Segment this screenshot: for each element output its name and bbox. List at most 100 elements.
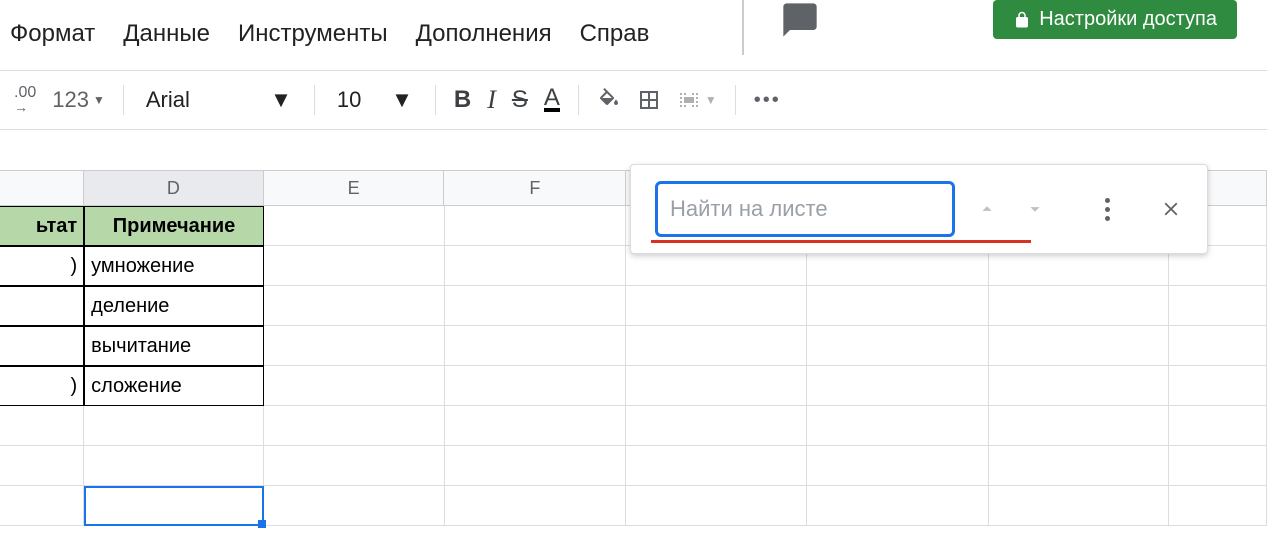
menu-tools[interactable]: Инструменты	[238, 20, 388, 48]
cell[interactable]	[626, 366, 807, 406]
cell[interactable]	[264, 286, 445, 326]
column-header-f[interactable]: F	[444, 171, 626, 205]
cell[interactable]	[445, 326, 627, 366]
text-color-button[interactable]: A	[536, 80, 568, 120]
cell[interactable]	[626, 286, 807, 326]
cell-header-d[interactable]: Примечание	[84, 206, 264, 246]
cell[interactable]	[264, 446, 445, 486]
cell[interactable]	[0, 446, 84, 486]
cell[interactable]	[1169, 446, 1267, 486]
cell[interactable]	[1169, 286, 1267, 326]
cell[interactable]	[1169, 406, 1267, 446]
format-number-dropdown[interactable]: 123 ▼	[44, 80, 113, 120]
cell[interactable]	[0, 486, 84, 526]
divider	[123, 85, 124, 115]
cell[interactable]	[0, 326, 84, 366]
find-options-button[interactable]	[1091, 193, 1123, 225]
lock-icon	[1013, 11, 1031, 29]
cell[interactable]	[264, 486, 445, 526]
toolbar: .00 → 123 ▼ Arial ▼ 10 ▼ B I S A ▼ •••	[0, 70, 1267, 130]
decrease-decimal-button[interactable]: .00 →	[6, 80, 44, 120]
cell[interactable]: деление	[84, 286, 264, 326]
cell[interactable]	[445, 446, 627, 486]
paint-bucket-icon	[597, 88, 621, 112]
cell[interactable]	[264, 366, 445, 406]
find-next-button[interactable]	[1019, 193, 1051, 225]
cell[interactable]	[989, 446, 1170, 486]
cell[interactable]	[0, 406, 84, 446]
share-button[interactable]: Настройки доступа	[993, 0, 1237, 39]
font-family-dropdown[interactable]: Arial ▼	[134, 87, 304, 113]
cell[interactable]	[626, 486, 807, 526]
strikethrough-button[interactable]: S	[504, 80, 536, 120]
cell[interactable]	[807, 486, 989, 526]
column-header-e[interactable]: E	[264, 171, 445, 205]
borders-button[interactable]	[629, 80, 669, 120]
cell[interactable]: умножение	[84, 246, 264, 286]
fill-color-button[interactable]	[589, 80, 629, 120]
find-input[interactable]	[655, 181, 955, 237]
close-icon	[1160, 198, 1182, 220]
cell[interactable]	[1169, 326, 1267, 366]
cell[interactable]	[1169, 486, 1267, 526]
cell[interactable]	[989, 286, 1170, 326]
cell[interactable]	[626, 326, 807, 366]
comment-icon[interactable]	[780, 0, 820, 40]
menu-format[interactable]: Формат	[10, 20, 95, 48]
cell[interactable]	[445, 486, 627, 526]
bold-button[interactable]: B	[446, 80, 479, 120]
cell[interactable]: )	[0, 246, 84, 286]
italic-button[interactable]: I	[479, 80, 504, 120]
cell[interactable]	[264, 246, 445, 286]
table-row	[0, 446, 1267, 486]
cell[interactable]	[807, 406, 989, 446]
chevron-down-icon	[1024, 198, 1046, 220]
cell[interactable]	[445, 206, 627, 246]
cell[interactable]	[626, 406, 807, 446]
cell[interactable]	[989, 406, 1170, 446]
divider	[578, 85, 579, 115]
cell-header-left[interactable]: ьтат	[0, 206, 84, 246]
cell[interactable]	[626, 446, 807, 486]
table-row	[0, 486, 1267, 526]
cell[interactable]: вычитание	[84, 326, 264, 366]
chevron-down-icon: ▼	[705, 93, 717, 107]
decimal-label: .00	[14, 86, 36, 100]
font-size-dropdown[interactable]: 10 ▼	[325, 87, 425, 113]
cell[interactable]	[807, 446, 989, 486]
cell[interactable]	[989, 326, 1170, 366]
cell[interactable]	[264, 326, 445, 366]
merge-cells-dropdown[interactable]: ▼	[669, 80, 725, 120]
menu-addons[interactable]: Дополнения	[416, 20, 552, 48]
cell[interactable]	[445, 246, 627, 286]
cell[interactable]	[989, 366, 1170, 406]
more-button[interactable]: •••	[746, 80, 789, 120]
divider	[435, 85, 436, 115]
cell[interactable]	[84, 446, 264, 486]
find-prev-button[interactable]	[971, 193, 1003, 225]
cell[interactable]	[445, 366, 627, 406]
menu-bar: Формат Данные Инструменты Дополнения Спр…	[10, 20, 649, 48]
find-close-button[interactable]	[1155, 193, 1187, 225]
cell[interactable]	[84, 406, 264, 446]
column-header-partial[interactable]	[0, 171, 84, 205]
cell[interactable]	[0, 286, 84, 326]
chevron-down-icon: ▼	[391, 87, 413, 113]
cell[interactable]: сложение	[84, 366, 264, 406]
cell[interactable]	[807, 326, 989, 366]
cell[interactable]	[1169, 366, 1267, 406]
selected-cell[interactable]	[84, 486, 264, 526]
cell[interactable]	[807, 286, 989, 326]
cell[interactable]: )	[0, 366, 84, 406]
column-header-d[interactable]: D	[84, 171, 264, 205]
menu-help[interactable]: Справ	[580, 20, 650, 48]
size-label: 10	[337, 87, 361, 113]
arrow-right-icon: →	[14, 100, 28, 114]
cell[interactable]	[807, 366, 989, 406]
cell[interactable]	[445, 406, 627, 446]
cell[interactable]	[989, 486, 1170, 526]
menu-data[interactable]: Данные	[123, 20, 210, 48]
cell[interactable]	[264, 406, 445, 446]
cell[interactable]	[264, 206, 445, 246]
cell[interactable]	[445, 286, 627, 326]
